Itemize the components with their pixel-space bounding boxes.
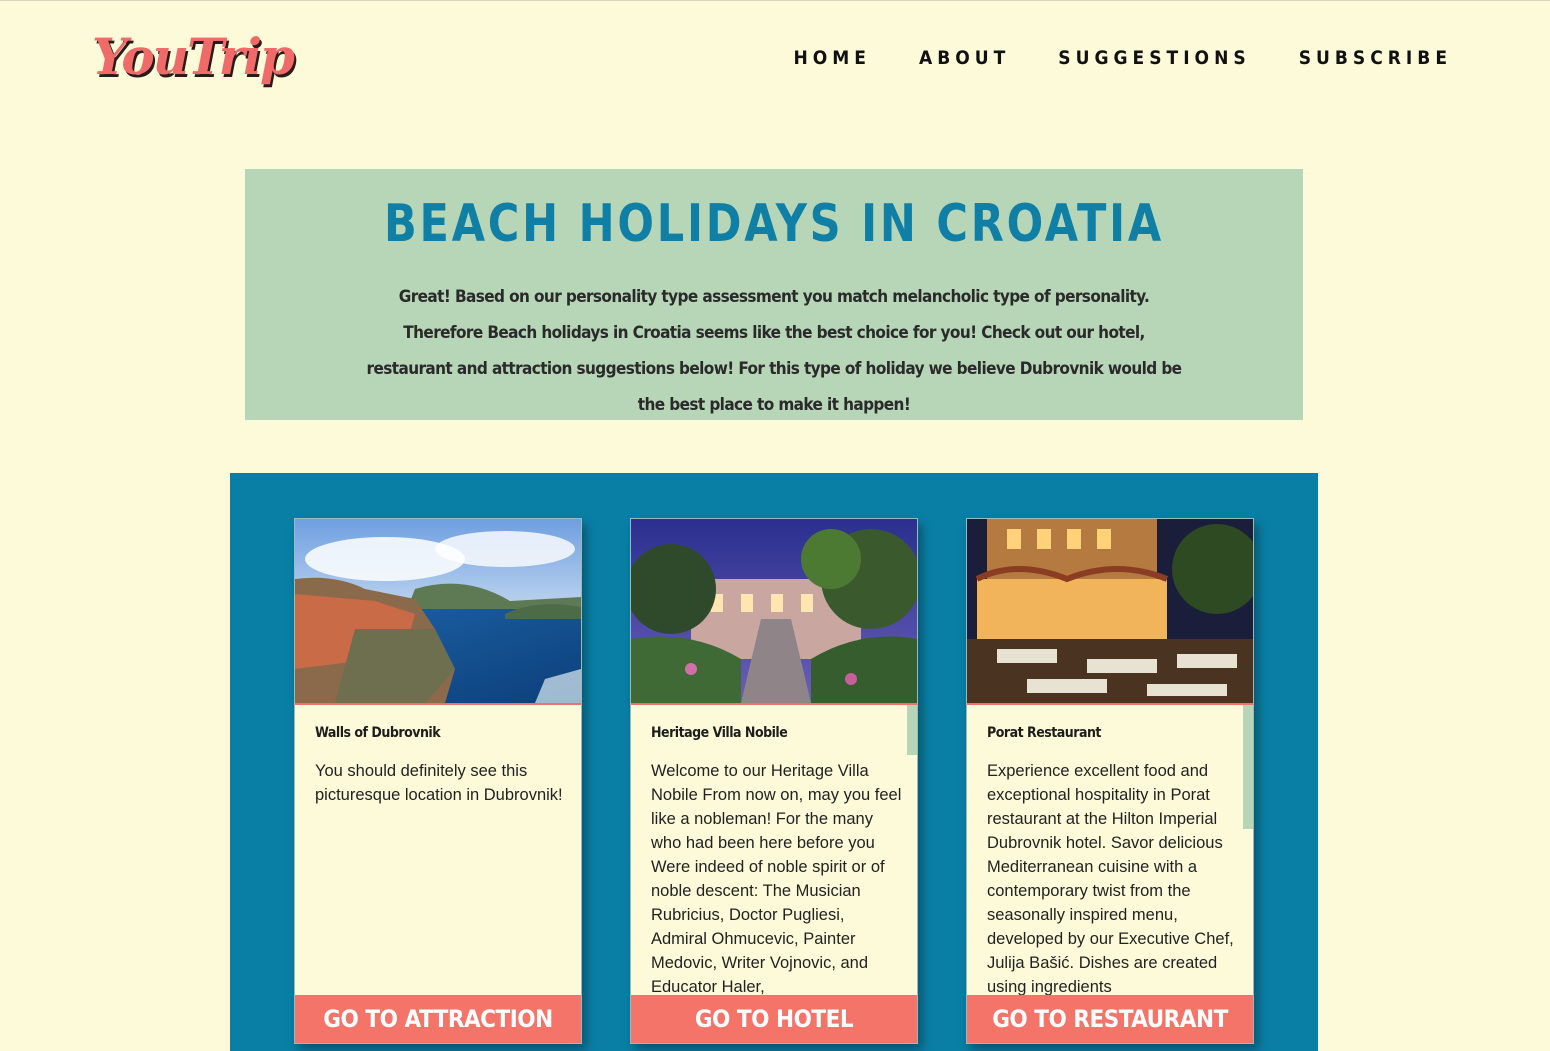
- hero-description: Great! Based on our personality type ass…: [366, 287, 1183, 415]
- main-nav: HOME ABOUT SUGGESTIONS SUBSCRIBE: [793, 44, 1452, 72]
- youtrip-logo[interactable]: YouTrip: [92, 22, 295, 92]
- go-to-attraction-button[interactable]: GO TO ATTRACTION: [295, 995, 581, 1043]
- nav-about-link[interactable]: ABOUT: [919, 44, 1010, 72]
- attraction-description: You should definitely see this picturesq…: [315, 762, 563, 804]
- site-header: YouTrip HOME ABOUT SUGGESTIONS SUBSCRIBE: [0, 0, 1550, 120]
- hotel-card-scrollbar[interactable]: [907, 705, 917, 755]
- attraction-title: Walls of Dubrovnik: [315, 725, 441, 741]
- restaurant-card-body: Porat Restaurant Experience excellent fo…: [987, 705, 1239, 995]
- attraction-card-body: Walls of Dubrovnik You should definitely…: [315, 705, 567, 995]
- hotel-photo: [631, 519, 917, 705]
- hotel-title: Heritage Villa Nobile: [651, 725, 788, 741]
- hotel-description: Welcome to our Heritage Villa Nobile Fro…: [651, 762, 902, 995]
- go-to-hotel-button[interactable]: GO TO HOTEL: [631, 995, 917, 1043]
- hotel-card: Heritage Villa Nobile Welcome to our Her…: [630, 518, 918, 1044]
- restaurant-card-scrollbar[interactable]: [1243, 705, 1253, 829]
- hotel-card-body: Heritage Villa Nobile Welcome to our Her…: [651, 705, 903, 995]
- restaurant-description: Experience excellent food and exceptiona…: [987, 762, 1234, 995]
- restaurant-photo: [967, 519, 1253, 705]
- attraction-card: Walls of Dubrovnik You should definitely…: [294, 518, 582, 1044]
- suggestions-section: Walls of Dubrovnik You should definitely…: [230, 473, 1318, 1051]
- nav-suggestions-link[interactable]: SUGGESTIONS: [1058, 44, 1250, 72]
- go-to-restaurant-button[interactable]: GO TO RESTAURANT: [967, 995, 1253, 1043]
- nav-home-link[interactable]: HOME: [793, 44, 871, 72]
- page-title: BEACH HOLIDAYS IN CROATIA: [383, 194, 1165, 254]
- nav-subscribe-link[interactable]: SUBSCRIBE: [1299, 44, 1452, 72]
- restaurant-title: Porat Restaurant: [987, 725, 1101, 741]
- attraction-photo: [295, 519, 581, 705]
- hero-banner: BEACH HOLIDAYS IN CROATIA Great! Based o…: [245, 169, 1303, 420]
- restaurant-card: Porat Restaurant Experience excellent fo…: [966, 518, 1254, 1044]
